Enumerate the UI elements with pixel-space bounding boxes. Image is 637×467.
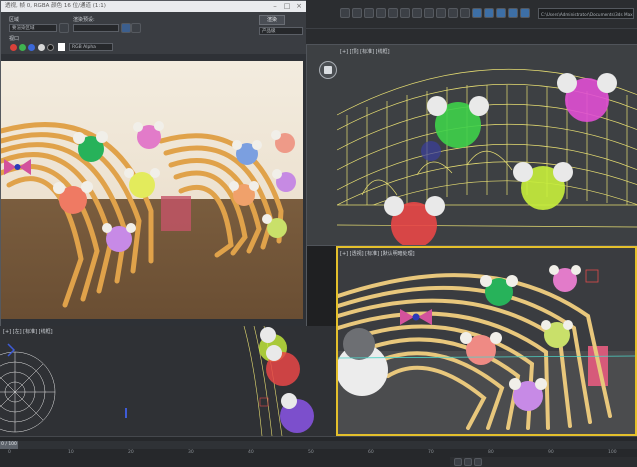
- layer-icon[interactable]: [448, 8, 458, 18]
- angle-snap-icon[interactable]: [400, 8, 410, 18]
- render-icon[interactable]: [520, 8, 530, 18]
- render-window-toolbar: 区域 要渲染区域 渲染预设: 视口 渲染 产品级 RGB Alpha: [1, 12, 306, 54]
- align-icon[interactable]: [436, 8, 446, 18]
- maximize-icon[interactable]: □: [281, 1, 293, 12]
- time-slider-handle[interactable]: 0 / 100: [0, 441, 18, 449]
- green-channel-icon[interactable]: [19, 44, 26, 51]
- timeline-tick-label: 10: [68, 450, 74, 455]
- snap-icon[interactable]: [388, 8, 398, 18]
- top-viewport-wireframe: [337, 68, 637, 245]
- toolbar-icon-row: [340, 8, 540, 20]
- rendered-image: [1, 61, 303, 319]
- render-window-titlebar: 透视, 帧 0, RGBA 颜色 16 位/通道 (1:1): [1, 1, 306, 12]
- percent-snap-icon[interactable]: [412, 8, 422, 18]
- top-ball-magenta: [557, 73, 617, 122]
- move-icon[interactable]: [352, 8, 362, 18]
- alpha-channel-icon[interactable]: [38, 44, 45, 51]
- monochrome-icon[interactable]: [47, 44, 54, 51]
- timeline-tick-label: 70: [428, 450, 434, 455]
- timeline-tick-label: 80: [488, 450, 494, 455]
- curve-editor-icon[interactable]: [460, 8, 470, 18]
- persp-viewport-scene: [338, 256, 635, 434]
- area-label: 区域: [9, 17, 20, 23]
- preset-select[interactable]: [73, 24, 119, 32]
- timeline-tick-label: 40: [248, 450, 254, 455]
- rotate-icon[interactable]: [364, 8, 374, 18]
- render-frame-icon[interactable]: [508, 8, 518, 18]
- render-setup-icon[interactable]: [496, 8, 506, 18]
- top-ball-green: [427, 96, 489, 148]
- viewcube-icon[interactable]: [319, 61, 337, 79]
- timeline-tick-label: 30: [188, 450, 194, 455]
- viewport-top[interactable]: [+] [顶] [标准] [线框]: [306, 44, 637, 246]
- edit-region-icon[interactable]: [59, 23, 69, 33]
- schematic-icon[interactable]: [472, 8, 482, 18]
- mirror-icon[interactable]: [424, 8, 434, 18]
- key-mode-icon[interactable]: [454, 458, 462, 466]
- play-icon[interactable]: [464, 458, 472, 466]
- next-frame-icon[interactable]: [474, 458, 482, 466]
- scale-icon[interactable]: [376, 8, 386, 18]
- timeline-tick-label: 20: [128, 450, 134, 455]
- area-select[interactable]: 要渲染区域: [9, 24, 57, 32]
- timeline-tick-label: 90: [548, 450, 554, 455]
- close-icon[interactable]: ×: [293, 1, 305, 12]
- environment-icon[interactable]: [131, 23, 141, 33]
- main-toolbar: C:\Users\Administrator\Documents\3ds Max…: [306, 0, 637, 28]
- viewport-top-label[interactable]: [+] [顶] [标准] [线框]: [340, 48, 390, 55]
- timeline-tick-label: 0: [8, 450, 11, 455]
- render-setup-icon[interactable]: [121, 23, 131, 33]
- left-viewport-wireframe: [0, 326, 314, 436]
- material-editor-icon[interactable]: [484, 8, 494, 18]
- select-icon[interactable]: [340, 8, 350, 18]
- top-ball-yellow: [513, 162, 573, 210]
- timeline-tick-label: 100: [608, 450, 617, 455]
- time-slider[interactable]: [0, 441, 637, 449]
- preset-label: 渲染预设:: [73, 17, 95, 23]
- minimize-icon[interactable]: –: [269, 1, 281, 12]
- channel-select[interactable]: RGB Alpha: [69, 43, 113, 51]
- blue-channel-icon[interactable]: [28, 44, 35, 51]
- viewport-label: 视口: [9, 36, 20, 42]
- timeline-tick-label: 60: [368, 450, 374, 455]
- viewport-perspective[interactable]: [+] [透视] [标准] [默认明暗处理]: [336, 246, 637, 436]
- render-frame-window: 透视, 帧 0, RGBA 颜色 16 位/通道 (1:1) – □ × 区域 …: [0, 0, 307, 328]
- render-button[interactable]: 渲染: [259, 15, 285, 25]
- left-ball-purple: [280, 393, 314, 433]
- viewport-left[interactable]: [+] [左] [标准] [线框]: [0, 326, 336, 436]
- clear-icon[interactable]: [58, 43, 65, 51]
- ribbon-strip: [306, 28, 637, 45]
- timeline[interactable]: 0 / 100 0 10 20 30 40 50 60 70 80 90 100: [0, 436, 637, 467]
- render-window-title: 透视, 帧 0, RGBA 颜色 16 位/通道 (1:1): [5, 3, 106, 9]
- render-scene-svg: [1, 61, 303, 319]
- project-path-field[interactable]: C:\Users\Administrator\Documents\3ds Max…: [538, 8, 634, 19]
- red-channel-icon[interactable]: [10, 44, 17, 51]
- production-select[interactable]: 产品级: [259, 27, 303, 35]
- timeline-tick-label: 50: [308, 450, 314, 455]
